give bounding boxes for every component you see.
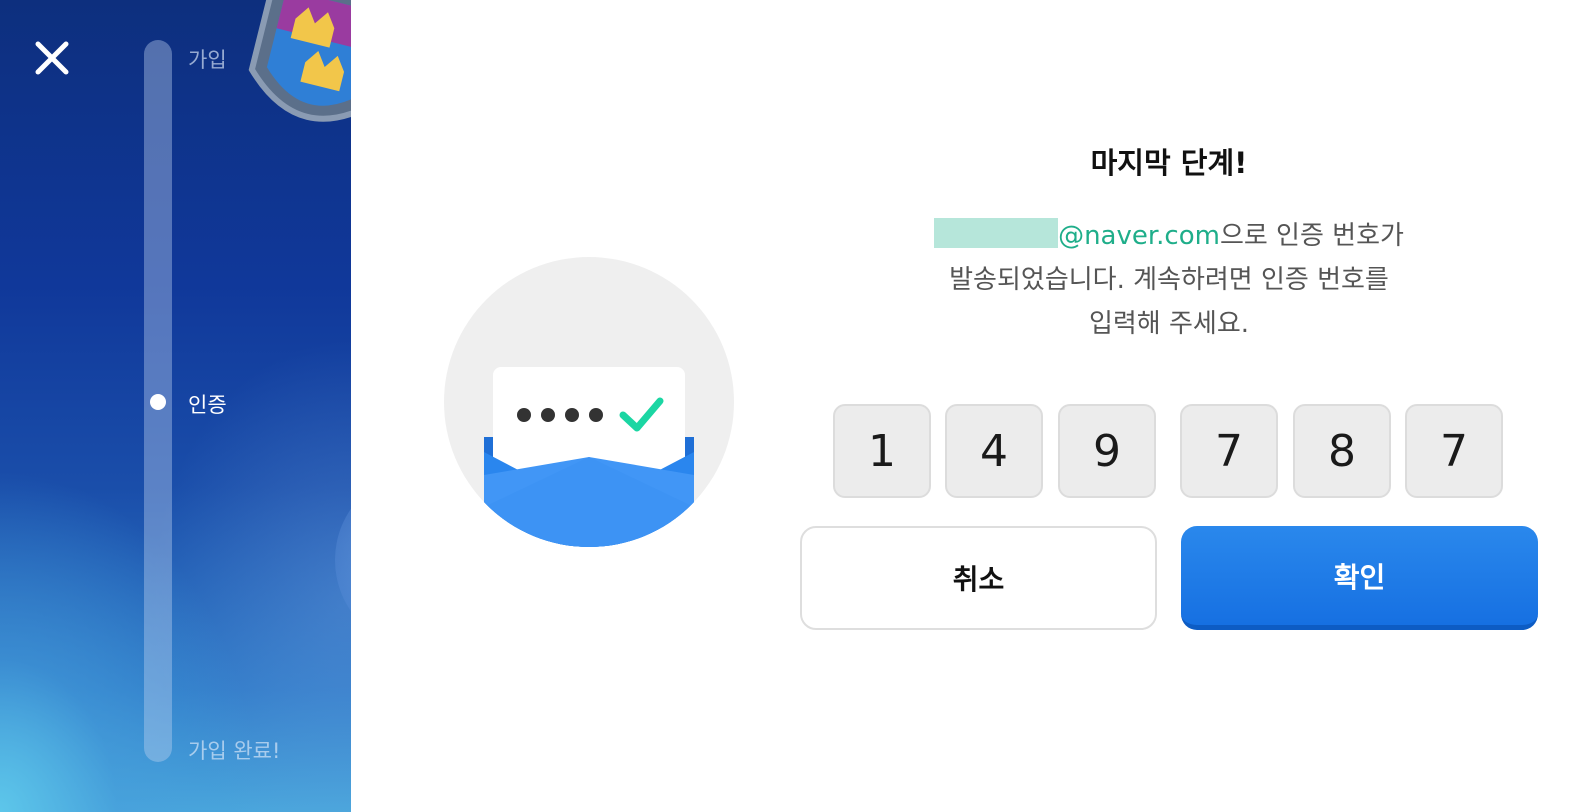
envelope-check-icon [484,367,694,547]
clan-badge-icon [225,0,351,171]
code-digit-input[interactable]: 9 [1058,404,1156,498]
description-line-3: 입력해 주세요. [1088,309,1250,339]
code-digit-input[interactable]: 1 [833,404,931,498]
close-button[interactable] [30,36,74,80]
close-icon [35,41,69,75]
verification-description: @naver.com으로 인증 번호가 발송되었습니다. 계속하려면 인증 번호… [900,214,1438,346]
code-digit-input[interactable]: 8 [1293,404,1391,498]
email-redacted-block [934,218,1059,248]
step-label-signup: 가입 [188,48,227,72]
confirm-button[interactable]: 확인 [1181,526,1538,630]
description-line-1-suffix: 으로 인증 번호가 [1219,221,1404,251]
step-label-complete: 가입 완료! [188,739,281,763]
decorative-orb [335,470,351,650]
code-digit-input[interactable]: 7 [1180,404,1278,498]
page-title: 마지막 단계! [1090,146,1248,180]
email-domain: @naver.com [1058,221,1220,251]
signup-progress-panel: 가입 인증 가입 완료! [0,0,351,812]
code-digit-input[interactable]: 4 [945,404,1043,498]
description-line-1: @naver.com으로 인증 번호가 [900,214,1438,258]
progress-current-dot [150,394,166,410]
email-illustration [444,257,734,547]
code-digit-input[interactable]: 7 [1405,404,1503,498]
step-label-verify: 인증 [188,393,227,417]
description-line-2: 발송되었습니다. 계속하려면 인증 번호를 [949,265,1389,295]
cancel-button[interactable]: 취소 [800,526,1157,630]
